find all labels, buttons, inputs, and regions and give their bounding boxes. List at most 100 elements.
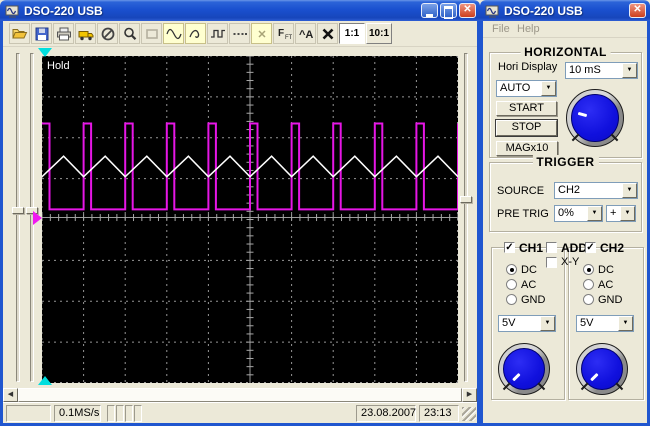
window-title: DSO-220 USB (504, 4, 583, 18)
svg-text:FT: FT (285, 35, 292, 41)
add-checkbox-label: ADD (561, 241, 587, 255)
ch1-offset-knob[interactable] (498, 343, 550, 395)
trigger-level-slider-handle[interactable] (460, 196, 472, 203)
screen: DSO-220 USB ✕ FFT ^A 1:110:1 Hold (0, 0, 650, 426)
menu-help[interactable]: Help (517, 23, 540, 35)
status-activity-segment (116, 405, 124, 422)
close-button[interactable]: ✕ (459, 3, 476, 18)
resize-grip[interactable] (462, 407, 476, 421)
delete-button[interactable] (317, 23, 338, 44)
status-date: 23.08.2007 (356, 405, 416, 422)
ch2-volts-div-select[interactable]: 5V ▼ (576, 315, 634, 332)
ch1-ac-label: AC (521, 279, 536, 291)
no-entry-icon (100, 26, 116, 42)
print-button[interactable] (53, 23, 74, 44)
trigger-slope-select[interactable]: + ▼ (606, 205, 636, 222)
magnifier-icon (122, 26, 138, 42)
scope-client-area: Hold (3, 47, 477, 388)
scale-10-1-button[interactable]: 10:1 (366, 23, 392, 44)
app-icon (5, 4, 20, 18)
ch1-position-slider-track[interactable] (16, 53, 20, 382)
window-select-button[interactable] (141, 23, 162, 44)
ch1-position-slider-handle[interactable] (12, 207, 24, 214)
trigger-source-label: SOURCE (497, 185, 544, 197)
caret-a-icon: ^A (298, 26, 314, 42)
hori-display-label: Hori Display (498, 61, 557, 73)
truck-icon (78, 26, 94, 42)
chevron-down-icon[interactable]: ▼ (541, 81, 556, 96)
fft-button[interactable]: FFT (273, 23, 294, 44)
horizontal-position-marker-top[interactable] (38, 48, 52, 57)
ch2-offset-knob[interactable] (576, 343, 628, 395)
curve-icon (188, 26, 204, 42)
minimize-icon (426, 4, 433, 17)
chevron-down-icon[interactable]: ▼ (618, 316, 633, 331)
minimize-button[interactable] (421, 3, 438, 18)
scale-1-1-button[interactable]: 1:1 (339, 23, 365, 44)
horizontal-position-marker-bottom[interactable] (38, 376, 52, 385)
xy-checkbox[interactable] (546, 257, 557, 268)
menu-file[interactable]: File (492, 23, 510, 35)
pre-trig-select[interactable]: 0% ▼ (554, 205, 603, 222)
timebase-select[interactable]: 10 mS ▼ (565, 62, 638, 79)
sine-wave-icon (166, 26, 182, 42)
add-checkbox[interactable] (546, 242, 557, 253)
step-wave-icon (210, 26, 226, 42)
maximize-icon (444, 6, 453, 19)
ch1-ac-radio[interactable] (506, 279, 517, 290)
ch1-checkbox[interactable] (504, 242, 515, 253)
chevron-down-icon[interactable]: ▼ (620, 206, 635, 221)
print-icon (56, 26, 72, 42)
chevron-down-icon[interactable]: ▼ (622, 183, 637, 198)
start-button[interactable]: START (496, 101, 557, 116)
zoom-button[interactable] (119, 23, 140, 44)
close-icon: ✕ (460, 4, 475, 17)
sine-interpolation-button[interactable] (163, 23, 184, 44)
ch2-ac-label: AC (598, 279, 613, 291)
stop-button[interactable]: STOP (496, 120, 557, 136)
step-interpolation-button[interactable] (207, 23, 228, 44)
ch1-volts-div-select[interactable]: 5V ▼ (498, 315, 556, 332)
horizontal-position-knob[interactable] (566, 89, 624, 147)
mag-x10-button[interactable]: MAGx10 (496, 141, 558, 156)
ch2-checkbox[interactable] (585, 242, 596, 253)
chevron-down-icon[interactable]: ▼ (540, 316, 555, 331)
trigger-source-select[interactable]: CH2 ▼ (554, 182, 638, 199)
dot-display-button[interactable] (229, 23, 250, 44)
menu-bar: File Help (483, 21, 647, 38)
panel-titlebar[interactable]: DSO-220 USB ✕ (480, 0, 650, 21)
trigger-level-slider-track[interactable] (464, 53, 468, 382)
trigger-level-marker[interactable] (33, 211, 42, 225)
scroll-left-button[interactable]: ◀ (3, 388, 18, 402)
scroll-right-button[interactable]: ▶ (462, 388, 477, 402)
chevron-down-icon[interactable]: ▼ (587, 206, 602, 221)
ch2-dc-radio[interactable] (583, 264, 594, 275)
export-button[interactable] (75, 23, 96, 44)
save-button[interactable] (31, 23, 52, 44)
chevron-down-icon[interactable]: ▼ (622, 63, 637, 78)
clear-button[interactable] (251, 23, 272, 44)
folder-open-icon (11, 26, 28, 42)
ch1-checkbox-label: CH1 (519, 241, 543, 255)
ch2-gnd-radio[interactable] (583, 294, 594, 305)
ch1-dc-radio[interactable] (506, 264, 517, 275)
hori-display-mode-select[interactable]: AUTO ▼ (496, 80, 557, 97)
control-panel-window: DSO-220 USB ✕ File Help HORIZONTAL Hori … (480, 0, 650, 426)
ch1-gnd-radio[interactable] (506, 294, 517, 305)
stop-acquisition-button[interactable] (97, 23, 118, 44)
ch2-ac-radio[interactable] (583, 279, 594, 290)
ch1-dc-label: DC (521, 264, 537, 276)
close-button[interactable]: ✕ (629, 3, 646, 18)
scope-graticule (42, 56, 458, 383)
text-annotation-button[interactable]: ^A (295, 23, 316, 44)
svg-text:^A: ^A (299, 29, 313, 41)
main-titlebar[interactable]: DSO-220 USB ✕ (0, 0, 480, 21)
scrollbar-thumb[interactable] (18, 388, 462, 402)
open-file-button[interactable] (9, 23, 30, 44)
maximize-button[interactable] (440, 3, 457, 18)
close-icon: ✕ (630, 4, 645, 17)
status-time: 23:13 (419, 405, 459, 422)
status-activity-segment (125, 405, 133, 422)
ch2-dc-label: DC (598, 264, 614, 276)
curve-interpolation-button[interactable] (185, 23, 206, 44)
